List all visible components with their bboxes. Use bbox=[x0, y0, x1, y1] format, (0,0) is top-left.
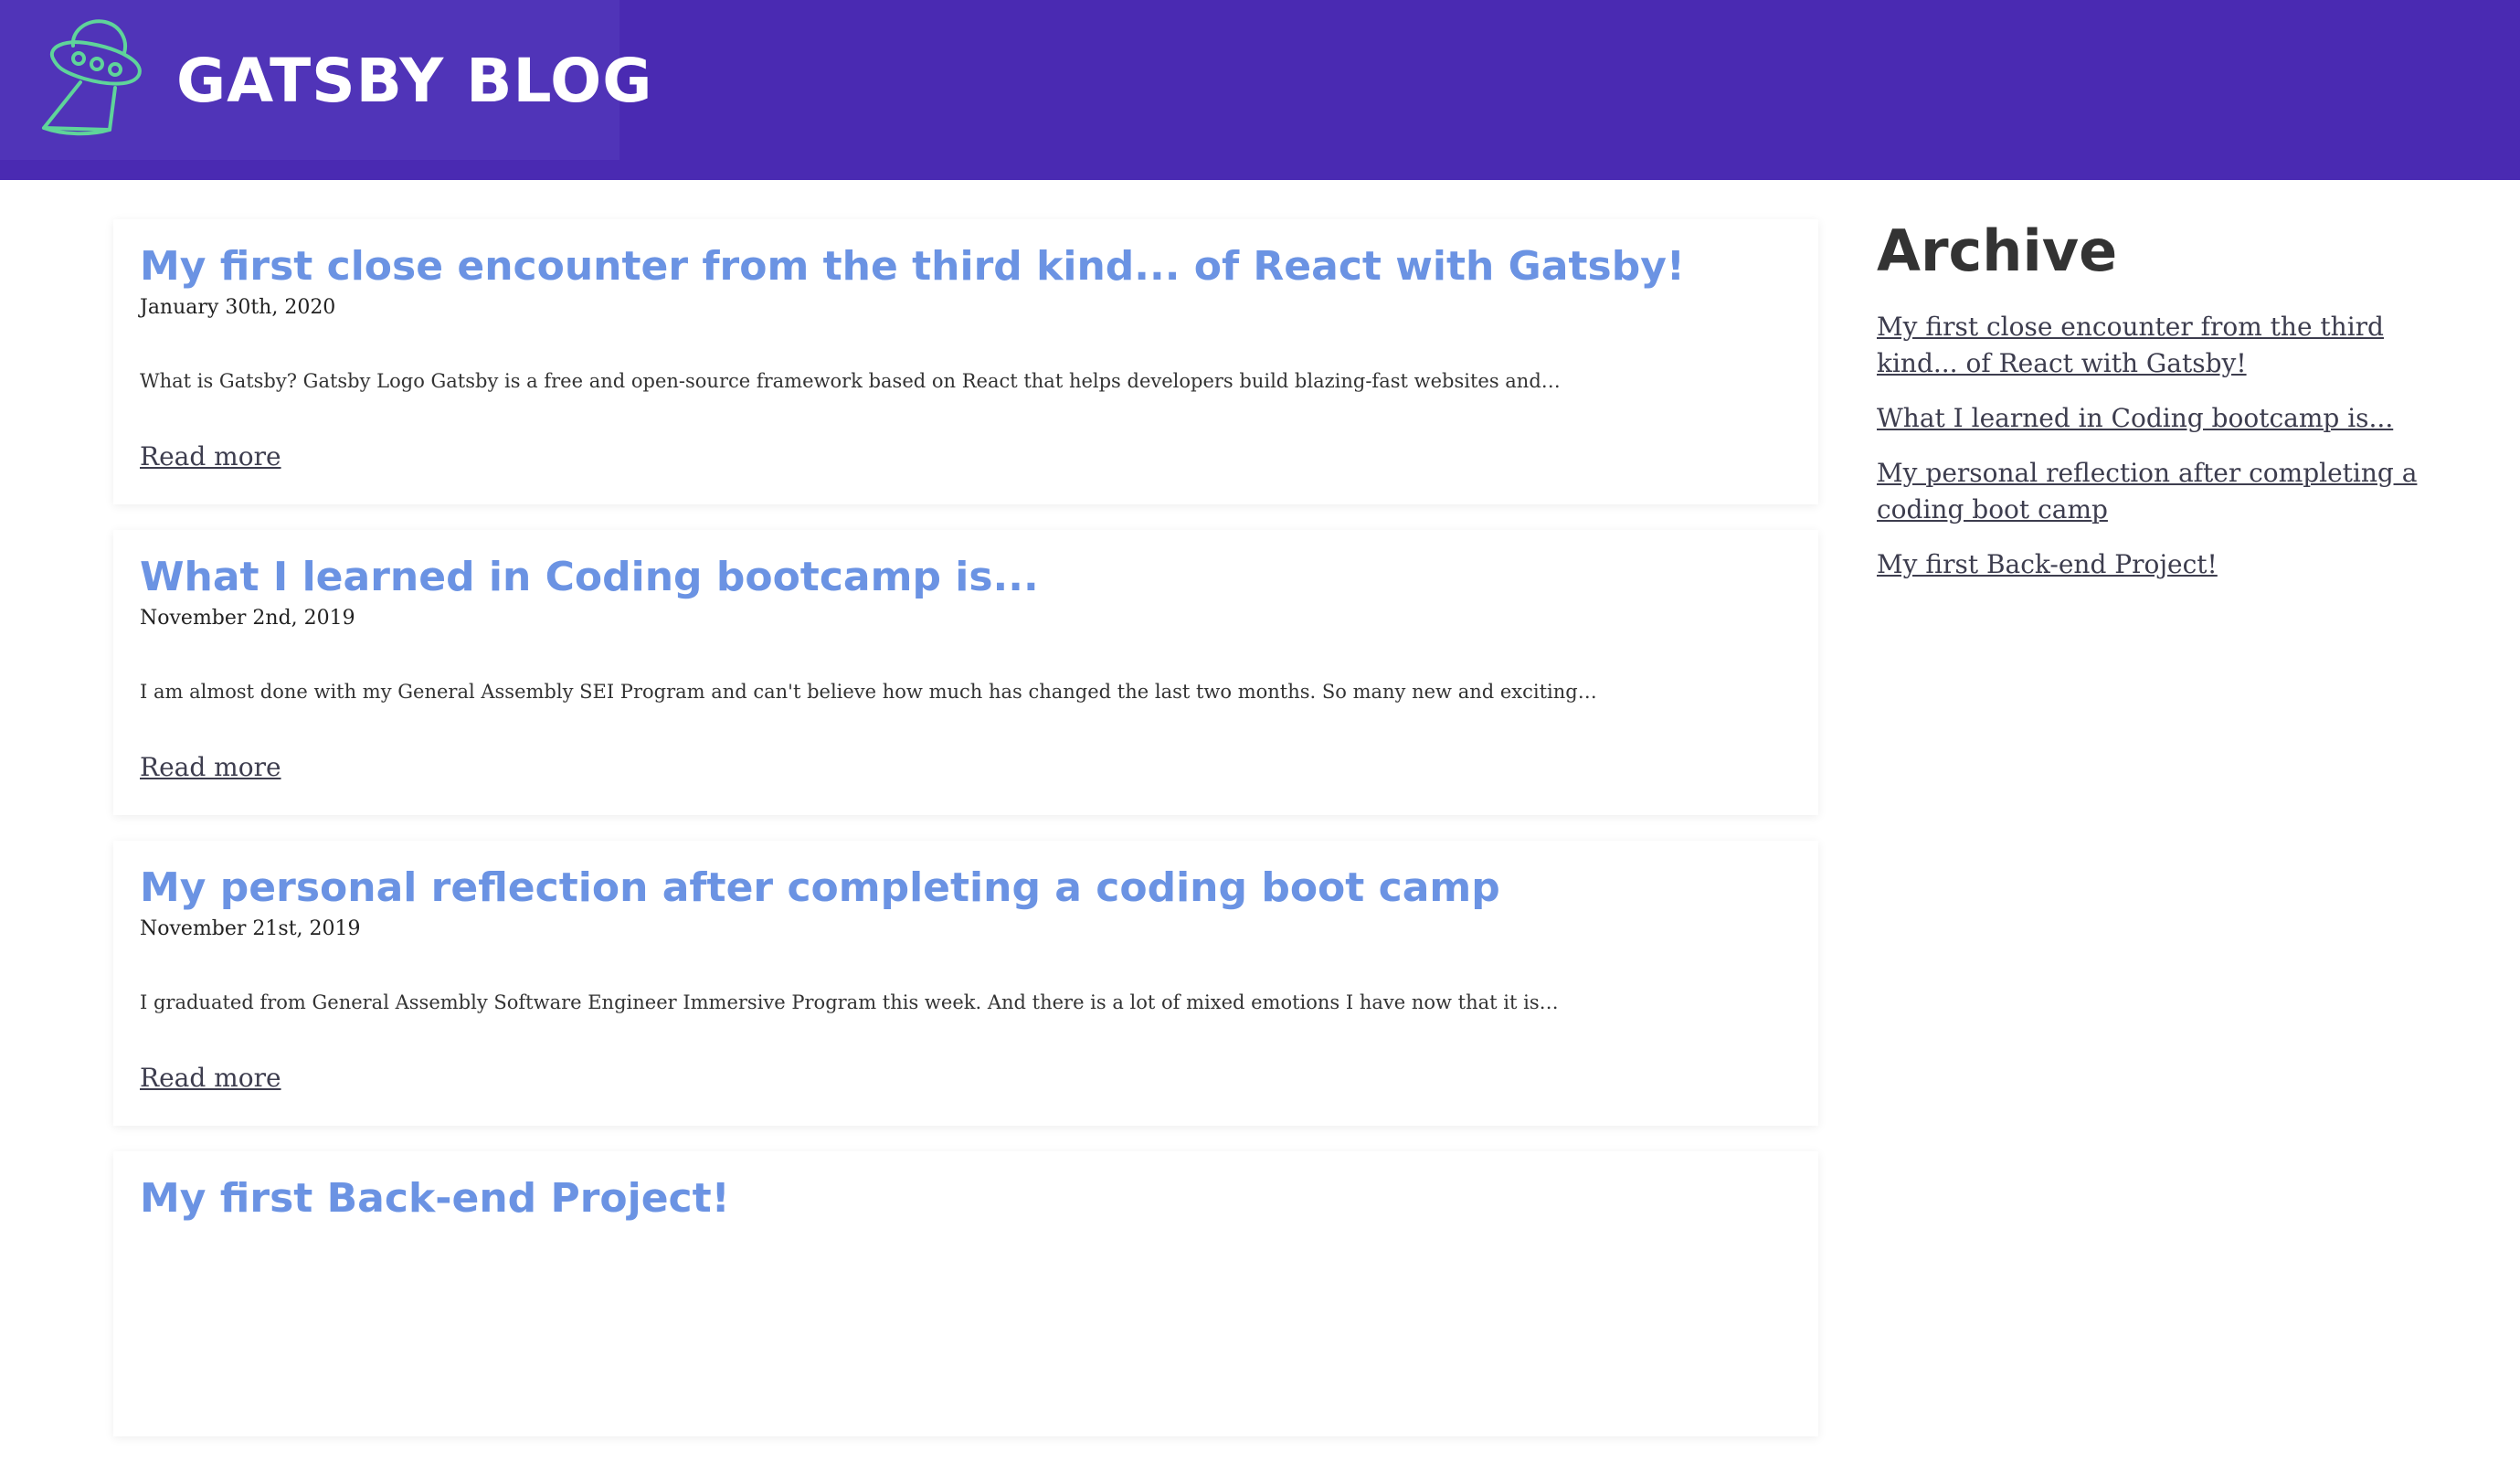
post-excerpt: What is Gatsby? Gatsby Logo Gatsby is a … bbox=[140, 370, 1561, 392]
archive-link[interactable]: My first close encounter from the third … bbox=[1877, 312, 2384, 378]
post-date: January 30th, 2020 bbox=[140, 296, 336, 319]
post-title-link[interactable]: What I learned in Coding bootcamp is... bbox=[140, 550, 1039, 605]
archive-item: My personal reflection after completing … bbox=[1877, 455, 2471, 528]
archive-item: What I learned in Coding bootcamp is... bbox=[1877, 400, 2471, 437]
ufo-icon bbox=[42, 19, 142, 136]
post-card: My first close encounter from the third … bbox=[113, 219, 1818, 504]
archive-item: My first close encounter from the third … bbox=[1877, 309, 2471, 382]
archive-sidebar: Archive My first close encounter from th… bbox=[1877, 212, 2471, 601]
archive-link[interactable]: What I learned in Coding bootcamp is... bbox=[1877, 403, 2393, 433]
read-more-link[interactable]: Read more bbox=[140, 439, 281, 475]
logo-link[interactable]: GATSBY BLOG bbox=[0, 0, 651, 160]
read-more-link[interactable]: Read more bbox=[140, 1060, 281, 1096]
archive-title: Archive bbox=[1877, 217, 2118, 284]
post-title-link[interactable]: My first close encounter from the third … bbox=[140, 239, 1685, 294]
archive-link[interactable]: My personal reflection after completing … bbox=[1877, 458, 2417, 524]
read-more-link[interactable]: Read more bbox=[140, 749, 281, 786]
post-date: November 2nd, 2019 bbox=[140, 607, 355, 630]
site-title: GATSBY BLOG bbox=[176, 46, 653, 116]
archive-item: My first Back-end Project! bbox=[1877, 546, 2471, 583]
post-card: What I learned in Coding bootcamp is... … bbox=[113, 530, 1818, 815]
post-card: My first Back-end Project! bbox=[113, 1151, 1818, 1436]
post-date: November 21st, 2019 bbox=[140, 917, 361, 940]
site-header: GATSBY BLOG bbox=[0, 0, 2520, 180]
archive-list: My first close encounter from the third … bbox=[1877, 309, 2471, 583]
post-title-link[interactable]: My personal reflection after completing … bbox=[140, 861, 1500, 916]
post-excerpt: I graduated from General Assembly Softwa… bbox=[140, 991, 1559, 1013]
post-list: My first close encounter from the third … bbox=[113, 219, 1818, 1462]
archive-link[interactable]: My first Back-end Project! bbox=[1877, 549, 2218, 579]
post-excerpt: I am almost done with my General Assembl… bbox=[140, 681, 1597, 703]
post-title-link[interactable]: My first Back-end Project! bbox=[140, 1171, 730, 1226]
post-card: My personal reflection after completing … bbox=[113, 841, 1818, 1126]
